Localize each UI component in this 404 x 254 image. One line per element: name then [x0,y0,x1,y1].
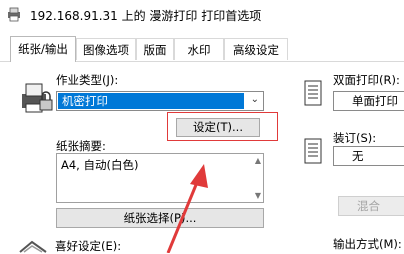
job-type-value: 机密打印 [58,93,244,109]
tab-layout[interactable]: 版面 [136,38,174,60]
tab-advanced-settings[interactable]: 高级设定 [224,38,288,60]
duplex-dropdown[interactable]: 单面打印 [333,91,404,111]
chevron-down-icon: ⌄ [250,94,259,105]
paper-summary-text: A4, 自动(白色) [61,158,139,172]
scroll-up-icon[interactable]: ▲ [255,156,261,165]
lock-printer-icon [22,83,53,113]
paper-summary-label: 纸张摘要: [56,139,106,153]
tab-paper-output[interactable]: 纸张/输出 [10,36,76,62]
binding-page-icon [304,138,322,164]
output-method-label: 输出方式(M): [333,237,402,251]
tab-watermark[interactable]: 水印 [174,38,224,60]
job-type-label: 作业类型(J): [56,73,119,87]
window-title: 192.168.91.31 上的 漫游打印 打印首选项 [30,9,262,23]
scroll-down-icon[interactable]: ▼ [255,191,261,200]
red-arrow-annotation [166,164,208,253]
settings-button[interactable]: 设定(T)... [176,118,260,137]
duplex-label: 双面打印(R): [333,73,400,87]
duplex-page-icon [304,80,322,106]
mix-button[interactable]: 混合 [338,196,404,216]
favorites-label: 喜好设定(E): [55,239,122,253]
job-type-dropdown[interactable]: 机密打印 ⌄ [56,91,264,111]
favorites-icon [19,240,47,253]
binding-label: 装订(S): [333,131,377,145]
tab-image-options[interactable]: 图像选项 [76,38,136,60]
printer-icon [8,7,20,22]
binding-dropdown[interactable]: 无 [333,146,404,166]
